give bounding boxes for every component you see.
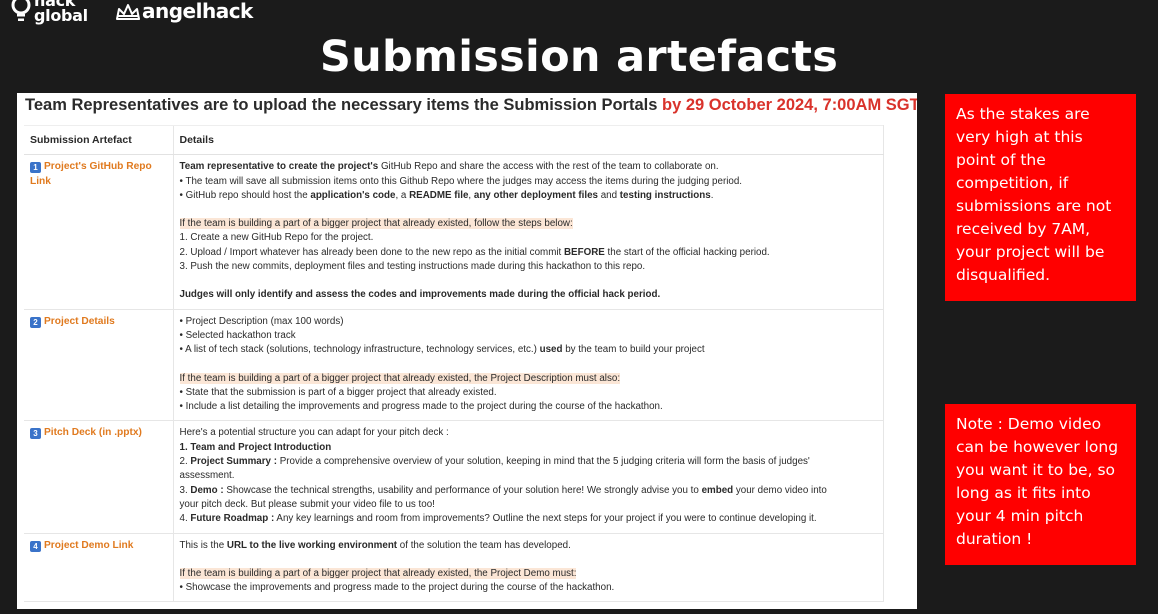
detail-line: Here's a potential structure you can ada… — [179, 427, 449, 439]
header-logos: hack global angelhack — [8, 0, 260, 30]
detail-line: your pitch deck. But please submit your … — [179, 498, 435, 510]
angelhack-logo: angelhack — [115, 0, 260, 26]
artefact-name-continued: Link — [30, 175, 51, 187]
detail-line: This is the URL to the live working envi… — [179, 539, 571, 551]
artefact-cell: 4 Project Demo Link — [24, 533, 173, 603]
artefact-name: Project Details — [44, 315, 115, 327]
artefact-name: Project Demo Link — [44, 539, 134, 551]
detail-line: 2. Project Summary : Provide a comprehen… — [179, 456, 810, 468]
lightbulb-icon — [11, 0, 31, 21]
detail-line: • The team will save all submission item… — [179, 175, 743, 187]
highlighted-condition: If the team is building a part of a bigg… — [179, 372, 621, 384]
table-row: 3 Pitch Deck (in .pptx) Here's a potentia… — [24, 420, 884, 534]
detail-line: assessment. — [179, 470, 235, 482]
number-badge: 3 — [30, 428, 41, 440]
highlighted-condition: If the team is building a part of a bigg… — [179, 218, 573, 230]
hackglobal-logo-line2: global — [34, 6, 88, 25]
detail-line: • Selected hackathon track — [179, 329, 296, 341]
detail-line: • Showcase the improvements and progress… — [179, 582, 615, 594]
artefact-cell: 3 Pitch Deck (in .pptx) — [24, 420, 173, 534]
details-cell: Here's a potential structure you can ada… — [172, 420, 884, 534]
hackglobal-logo: hack global — [8, 0, 103, 30]
tiara-icon — [116, 4, 140, 20]
artefacts-table: Submission Artefact Details 1 Project's G… — [24, 124, 884, 603]
details-cell: • Project Description (max 100 words) • … — [172, 309, 884, 422]
step-line: 2. Upload / Import whatever has already … — [179, 246, 770, 258]
judges-note: Judges will only identify and assess the… — [179, 289, 661, 301]
detail-line: • Include a list detailing the improveme… — [179, 401, 663, 413]
document-heading: Team Representatives are to upload the n… — [25, 96, 917, 115]
step-line: 3. Push the new commits, deployment file… — [179, 261, 646, 273]
artefact-cell: 2 Project Details — [24, 309, 173, 422]
artefact-cell: 1 Project's GitHub Repo Link — [24, 154, 173, 310]
step-line: 1. Create a new GitHub Repo for the proj… — [179, 232, 374, 244]
detail-line: • A list of tech stack (solutions, techn… — [179, 344, 705, 356]
column-header-artefact: Submission Artefact — [24, 124, 173, 156]
demo-video-note: Note : Demo video can be however long yo… — [945, 404, 1136, 565]
detail-line: 1. Team and Project Introduction — [179, 441, 332, 453]
angelhack-logo-text: angelhack — [142, 0, 253, 23]
number-badge: 2 — [30, 316, 41, 328]
detail-line: 3. Demo : Showcase the technical strengt… — [179, 484, 827, 496]
deadline-text: by 29 October 2024, 7:00AM SGT — [662, 96, 917, 114]
disqualification-note: As the stakes are very high at this poin… — [945, 94, 1136, 301]
detail-line: Team representative to create the projec… — [179, 161, 719, 173]
number-badge: 4 — [30, 540, 41, 552]
table-header-row: Submission Artefact Details — [24, 124, 884, 156]
details-cell: This is the URL to the live working envi… — [172, 533, 884, 603]
detail-line: • Project Description (max 100 words) — [179, 315, 344, 327]
details-cell: Team representative to create the projec… — [172, 154, 884, 310]
table-row: 4 Project Demo Link This is the URL to th… — [24, 533, 884, 603]
detail-line: 4. Future Roadmap : Any key learnings an… — [179, 513, 817, 525]
number-badge: 1 — [30, 162, 41, 174]
column-header-details: Details — [172, 124, 884, 156]
highlighted-condition: If the team is building a part of a bigg… — [179, 567, 577, 579]
detail-line: • GitHub repo should host the applicatio… — [179, 189, 714, 201]
detail-line: • State that the submission is part of a… — [179, 386, 497, 398]
slide-title: Submission artefacts — [319, 32, 839, 82]
submission-document: Team Representatives are to upload the n… — [17, 93, 917, 609]
heading-text: Team Representatives are to upload the n… — [25, 96, 658, 114]
table-row: 2 Project Details • Project Description (… — [24, 309, 884, 422]
artefact-name: Project's GitHub Repo — [44, 161, 152, 173]
table-row: 1 Project's GitHub Repo Link Team represe… — [24, 154, 884, 310]
artefact-name: Pitch Deck (in .pptx) — [44, 427, 142, 439]
